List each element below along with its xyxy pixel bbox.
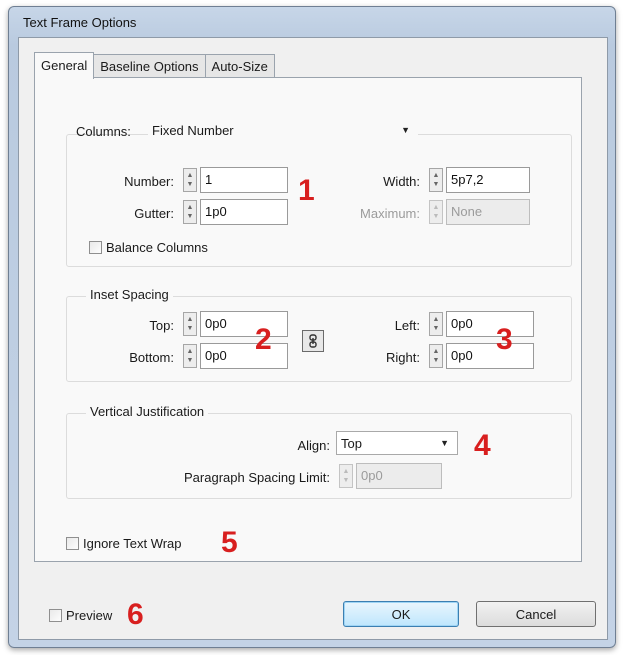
checkbox-box[interactable] [66,537,79,550]
preview-label: Preview [66,608,113,623]
gutter-field[interactable]: 1p0 [200,199,288,225]
checkbox-box[interactable] [49,609,62,622]
tab-general[interactable]: General [34,52,95,79]
vertical-justification-title: Vertical Justification [86,404,209,419]
right-spinner[interactable]: ▲ ▼ 0p0 [429,343,534,369]
spinner-arrows-icon[interactable]: ▲ ▼ [429,344,443,368]
number-label: Number: [124,174,174,189]
right-field[interactable]: 0p0 [446,343,534,369]
width-field[interactable]: 5p7,2 [446,167,530,193]
paragraph-spacing-limit-label: Paragraph Spacing Limit: [184,470,330,485]
width-label: Width: [383,174,420,189]
spinner-arrows-icon[interactable]: ▲ ▼ [429,312,443,336]
bottom-label: Bottom: [129,350,174,365]
balance-columns-label: Balance Columns [106,240,208,255]
inset-spacing-title: Inset Spacing [86,287,173,302]
width-spinner[interactable]: ▲ ▼ 5p7,2 [429,167,530,193]
maximum-spinner: ▲ ▼ None [429,199,530,225]
balance-columns-checkbox[interactable]: Balance Columns [89,240,208,255]
columns-mode-dropdown[interactable]: Fixed Number ▼ [148,118,418,142]
callout-5: 5 [221,526,238,559]
maximum-field: None [446,199,530,225]
tab-auto-size[interactable]: Auto-Size [204,54,275,78]
callout-3: 3 [496,323,513,356]
gutter-spinner[interactable]: ▲ ▼ 1p0 [183,199,288,225]
columns-mode-value: Fixed Number [152,122,234,138]
align-dropdown[interactable]: Top ▼ [336,431,458,455]
link-settings-button[interactable] [302,330,324,352]
spinner-arrows-icon[interactable]: ▲ ▼ [183,312,197,336]
columns-label: Columns: [76,124,131,139]
paragraph-spacing-field: 0p0 [356,463,442,489]
maximum-label: Maximum: [360,206,420,221]
gutter-label: Gutter: [134,206,174,221]
vertical-justification-group [66,413,572,499]
chevron-down-icon: ▼ [440,438,449,448]
top-label: Top: [149,318,174,333]
ignore-text-wrap-label: Ignore Text Wrap [83,536,182,551]
chain-link-icon [309,334,317,348]
align-label: Align: [297,438,330,453]
callout-4: 4 [474,429,491,462]
preview-checkbox[interactable]: Preview [49,608,112,623]
left-label: Left: [394,318,420,333]
left-field[interactable]: 0p0 [446,311,534,337]
ok-button[interactable]: OK [343,601,459,627]
spinner-arrows-icon[interactable]: ▲ ▼ [183,344,197,368]
callout-6: 6 [127,598,144,631]
cancel-button[interactable]: Cancel [476,601,596,627]
dialog-title: Text Frame Options [23,15,137,30]
tab-baseline-options[interactable]: Baseline Options [93,54,206,78]
top-spinner[interactable]: ▲ ▼ 0p0 [183,311,288,337]
spinner-arrows-icon[interactable]: ▲ ▼ [183,200,197,224]
callout-2: 2 [255,323,272,356]
left-spinner[interactable]: ▲ ▼ 0p0 [429,311,534,337]
bottom-field[interactable]: 0p0 [200,343,288,369]
chevron-down-icon: ▼ [401,125,410,135]
right-label: Right: [386,350,420,365]
spinner-arrows-icon: ▲ ▼ [339,464,353,488]
callout-1: 1 [298,174,315,207]
top-field[interactable]: 0p0 [200,311,288,337]
spinner-arrows-icon: ▲ ▼ [429,200,443,224]
paragraph-spacing-spinner: ▲ ▼ 0p0 [339,463,442,489]
checkbox-box[interactable] [89,241,102,254]
bottom-spinner[interactable]: ▲ ▼ 0p0 [183,343,288,369]
number-spinner[interactable]: ▲ ▼ 1 [183,167,288,193]
ignore-text-wrap-checkbox[interactable]: Ignore Text Wrap [66,536,182,551]
tab-bar: General Baseline Options Auto-Size [34,52,275,79]
number-field[interactable]: 1 [200,167,288,193]
spinner-arrows-icon[interactable]: ▲ ▼ [183,168,197,192]
spinner-arrows-icon[interactable]: ▲ ▼ [429,168,443,192]
align-value: Top [341,435,362,451]
